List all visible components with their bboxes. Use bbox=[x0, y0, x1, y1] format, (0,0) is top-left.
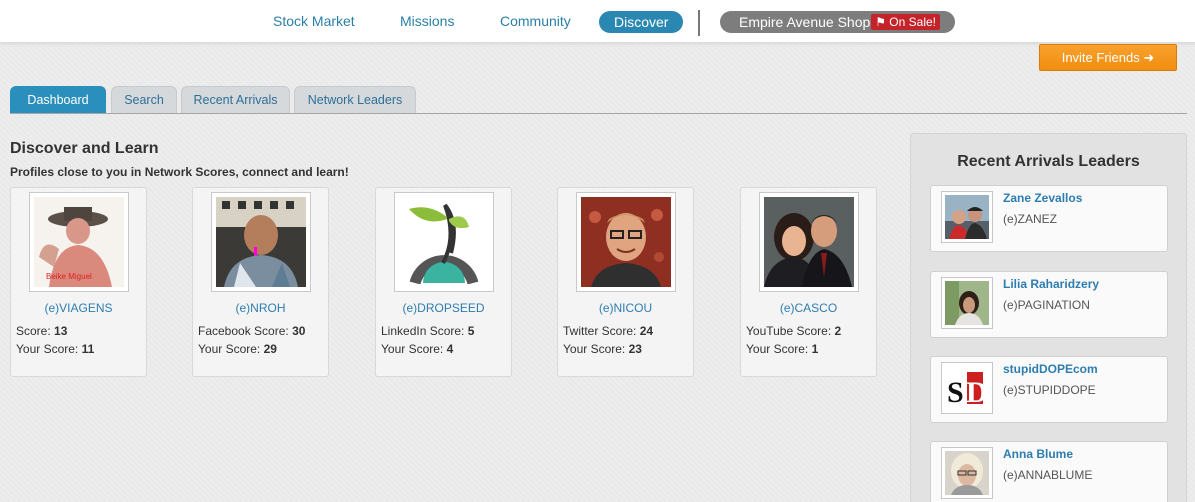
svg-text:S: S bbox=[947, 376, 964, 409]
profile-photo[interactable] bbox=[759, 192, 859, 292]
tab-search[interactable]: Search bbox=[111, 86, 177, 113]
svg-text:D: D bbox=[966, 376, 988, 409]
leader-item[interactable]: Anna Blume (e)ANNABLUME bbox=[930, 441, 1168, 502]
profile-photo[interactable] bbox=[211, 192, 311, 292]
top-navigation: Stock Market Missions Community Discover… bbox=[0, 0, 1195, 43]
svg-text:Beike Miguel: Beike Miguel bbox=[46, 272, 92, 281]
section-subtitle: Profiles close to you in Network Scores,… bbox=[10, 165, 349, 179]
profile-handle[interactable]: (e)VIAGENS bbox=[11, 301, 146, 315]
nav-discover[interactable]: Discover bbox=[599, 11, 684, 33]
profile-card: (e)CASCO YouTube Score: 2 Your Score: 1 bbox=[740, 187, 877, 377]
leader-avatar[interactable] bbox=[941, 277, 993, 329]
leader-avatar[interactable] bbox=[941, 447, 993, 499]
panel-title: Recent Arrivals Leaders bbox=[957, 153, 1140, 170]
profile-card: (e)NICOU Twitter Score: 24 Your Score: 2… bbox=[557, 187, 694, 377]
profile-score: YouTube Score: 2 bbox=[746, 324, 842, 338]
leader-handle: (e)ANNABLUME bbox=[1003, 468, 1093, 482]
leader-name[interactable]: Anna Blume bbox=[1003, 447, 1073, 461]
leader-avatar[interactable] bbox=[941, 191, 993, 243]
your-score: Your Score: 23 bbox=[563, 342, 642, 356]
your-score: Your Score: 1 bbox=[746, 342, 819, 356]
tag-icon: ⚑ bbox=[875, 15, 886, 29]
leader-name[interactable]: stupidDOPEcom bbox=[1003, 362, 1098, 376]
your-score: Your Score: 11 bbox=[16, 342, 95, 356]
profile-score: LinkedIn Score: 5 bbox=[381, 324, 475, 338]
profile-handle[interactable]: (e)DROPSEED bbox=[376, 301, 511, 315]
shop-label: Empire Avenue Shop bbox=[739, 14, 871, 30]
arrow-right-icon: ➜ bbox=[1143, 50, 1155, 65]
tab-recent-arrivals[interactable]: Recent Arrivals bbox=[181, 86, 290, 113]
your-score: Your Score: 29 bbox=[198, 342, 277, 356]
section-title: Discover and Learn bbox=[10, 140, 159, 157]
leader-handle: (e)ZANEZ bbox=[1003, 212, 1057, 226]
profile-card: (e)DROPSEED LinkedIn Score: 5 Your Score… bbox=[375, 187, 512, 377]
sale-label: On Sale! bbox=[889, 15, 936, 29]
profile-handle[interactable]: (e)CASCO bbox=[741, 301, 876, 315]
profile-score: Score: 13 bbox=[16, 324, 68, 338]
leader-item[interactable]: SD stupidDOPEcom (e)STUPIDDOPE bbox=[930, 356, 1168, 423]
profile-photo[interactable] bbox=[576, 192, 676, 292]
leader-avatar[interactable]: SD bbox=[941, 362, 993, 414]
profile-handle[interactable]: (e)NROH bbox=[193, 301, 328, 315]
tab-underline bbox=[10, 113, 1187, 114]
nav-divider bbox=[698, 10, 700, 36]
profile-photo[interactable] bbox=[394, 192, 494, 292]
tab-dashboard[interactable]: Dashboard bbox=[10, 86, 106, 113]
recent-arrivals-panel: Recent Arrivals Leaders Zane Zevallos (e… bbox=[910, 133, 1187, 502]
nav-community[interactable]: Community bbox=[500, 13, 571, 29]
profile-card: Beike Miguel (e)VIAGENS Score: 13 Your S… bbox=[10, 187, 147, 377]
nav-missions[interactable]: Missions bbox=[400, 13, 454, 29]
profile-score: Facebook Score: 30 bbox=[198, 324, 306, 338]
profile-card: (e)NROH Facebook Score: 30 Your Score: 2… bbox=[192, 187, 329, 377]
leader-item[interactable]: Zane Zevallos (e)ZANEZ bbox=[930, 185, 1168, 252]
leader-name[interactable]: Lilia Raharidzery bbox=[1003, 277, 1099, 291]
your-score: Your Score: 4 bbox=[381, 342, 454, 356]
invite-label: Invite Friends bbox=[1061, 50, 1140, 65]
tab-network-leaders[interactable]: Network Leaders bbox=[294, 86, 416, 113]
leader-handle: (e)STUPIDDOPE bbox=[1003, 383, 1096, 397]
leader-item[interactable]: Lilia Raharidzery (e)PAGINATION bbox=[930, 271, 1168, 338]
profile-photo[interactable]: Beike Miguel bbox=[29, 192, 129, 292]
leader-handle: (e)PAGINATION bbox=[1003, 298, 1090, 312]
nav-stock-market[interactable]: Stock Market bbox=[273, 13, 355, 29]
sale-badge: ⚑ On Sale! bbox=[871, 14, 940, 30]
profile-score: Twitter Score: 24 bbox=[563, 324, 654, 338]
shop-button[interactable]: Empire Avenue Shop ⚑ On Sale! bbox=[720, 11, 955, 33]
invite-friends-button[interactable]: Invite Friends ➜ bbox=[1039, 44, 1177, 71]
profile-handle[interactable]: (e)NICOU bbox=[558, 301, 693, 315]
leader-name[interactable]: Zane Zevallos bbox=[1003, 191, 1082, 205]
